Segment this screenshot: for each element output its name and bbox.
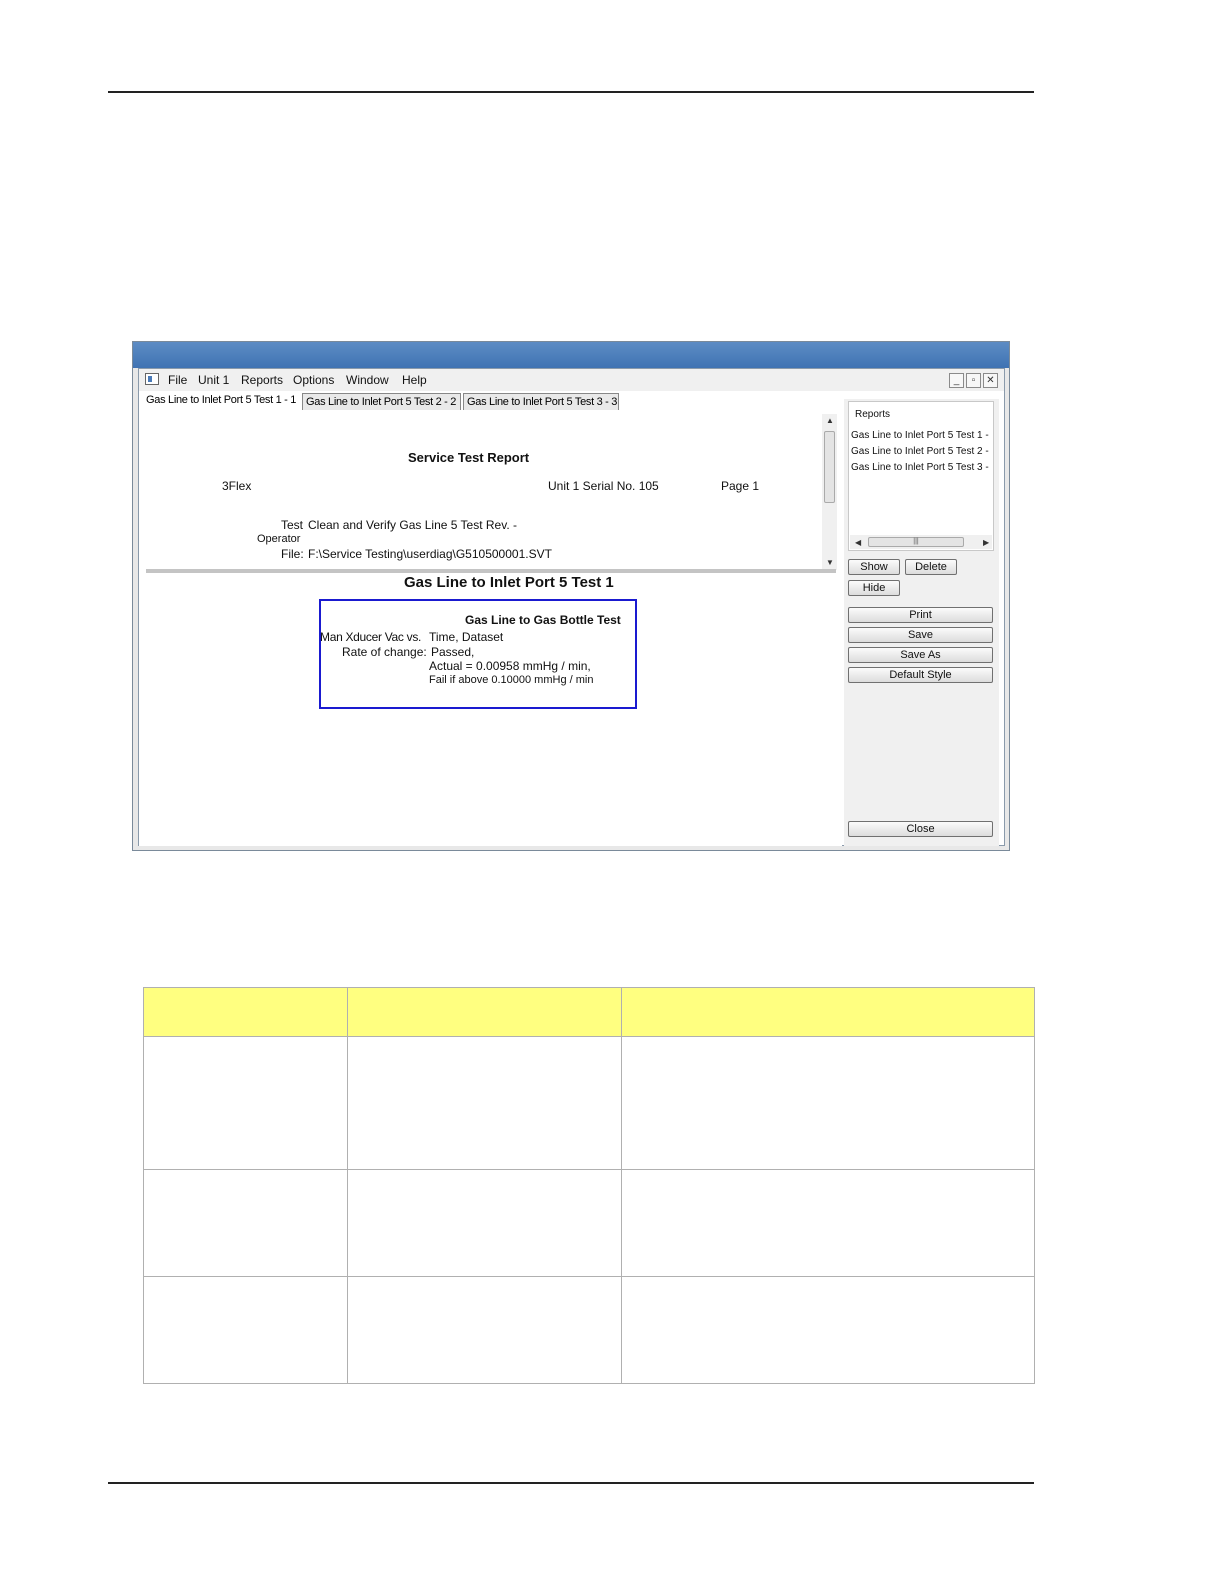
report-view: Service Test Report 3Flex Unit 1 Serial … (139, 412, 842, 846)
reports-list: Reports Gas Line to Inlet Port 5 Test 1 … (848, 401, 994, 551)
menu-bar: File Unit 1 Reports Options Window Help … (139, 369, 1004, 391)
table-row (143, 1276, 1035, 1384)
result-row2-value: Passed, (431, 645, 475, 659)
tab-test-1[interactable]: Gas Line to Inlet Port 5 Test 1 - 1 (142, 391, 300, 410)
instrument-name: 3Flex (222, 479, 252, 493)
table-header-cell (347, 987, 622, 1037)
description-table (143, 987, 1035, 1384)
hide-button[interactable]: Hide (848, 580, 900, 596)
table-cell (347, 1036, 622, 1170)
file-label: File: (281, 547, 304, 561)
save-as-button[interactable]: Save As (848, 647, 993, 663)
menu-file[interactable]: File (168, 373, 187, 387)
table-header-cell (143, 987, 348, 1037)
scroll-right-icon[interactable]: ▶ (983, 538, 989, 547)
table-cell (347, 1169, 622, 1277)
tab-test-3[interactable]: Gas Line to Inlet Port 5 Test 3 - 3 (463, 393, 619, 410)
result-actual: Actual = 0.00958 mmHg / min, (429, 659, 591, 673)
delete-button[interactable]: Delete (905, 559, 957, 575)
scroll-thumb-grip-icon[interactable]: ||| (868, 537, 964, 547)
table-cell (621, 1276, 1035, 1384)
table-cell (143, 1169, 348, 1277)
table-header-cell (621, 987, 1035, 1037)
bottom-rule (108, 1482, 1034, 1484)
report-list-item[interactable]: Gas Line to Inlet Port 5 Test 3 - (851, 462, 989, 473)
result-row2-label: Rate of change: (342, 645, 427, 659)
unit-serial: Unit 1 Serial No. 105 (548, 479, 659, 493)
tab-test-2[interactable]: Gas Line to Inlet Port 5 Test 2 - 2 (302, 393, 461, 410)
table-row (143, 1036, 1035, 1170)
mdi-child-window: File Unit 1 Reports Options Window Help … (138, 368, 1005, 846)
top-rule (108, 91, 1034, 93)
report-title: Service Test Report (408, 450, 530, 465)
table-header-row (143, 987, 1035, 1037)
menu-unit1[interactable]: Unit 1 (198, 373, 229, 387)
scroll-down-icon[interactable]: ▼ (826, 558, 834, 567)
table-cell (143, 1276, 348, 1384)
table-cell (347, 1276, 622, 1384)
table-cell (143, 1036, 348, 1170)
reports-label: Reports (855, 409, 891, 420)
operator-label: Operator (257, 533, 301, 545)
report-list-item[interactable]: Gas Line to Inlet Port 5 Test 2 - (851, 446, 989, 457)
report-tabs: Gas Line to Inlet Port 5 Test 1 - 1 Gas … (139, 391, 849, 410)
page-number: Page 1 (721, 479, 760, 493)
pane-splitter[interactable] (146, 569, 836, 573)
result-row1-label: Man Xducer Vac vs. (320, 630, 422, 644)
result-row1-value: Time, Dataset (429, 630, 504, 644)
document-icon[interactable] (145, 373, 159, 385)
table-cell (621, 1036, 1035, 1170)
section-title: Gas Line to Inlet Port 5 Test 1 (404, 574, 614, 591)
menu-reports[interactable]: Reports (241, 373, 283, 387)
file-path: F:\Service Testing\userdiag\G510500001.S… (308, 547, 552, 561)
application-window: File Unit 1 Reports Options Window Help … (132, 341, 1010, 851)
print-button[interactable]: Print (848, 607, 993, 623)
vertical-scrollbar[interactable]: ▲ ▼ (822, 414, 837, 570)
restore-icon[interactable]: ▫ (966, 373, 981, 388)
test-result-box: Gas Line to Gas Bottle Test Man Xducer V… (319, 599, 637, 709)
close-button[interactable]: Close (848, 821, 993, 837)
menu-options[interactable]: Options (293, 373, 334, 387)
table-row (143, 1169, 1035, 1277)
report-list-item[interactable]: Gas Line to Inlet Port 5 Test 1 - (851, 430, 989, 441)
minimize-icon[interactable]: _ (949, 373, 964, 388)
table-cell (621, 1169, 1035, 1277)
title-bar[interactable] (133, 342, 1009, 368)
result-limit: Fail if above 0.10000 mmHg / min (429, 674, 594, 686)
scroll-up-icon[interactable]: ▲ (826, 416, 834, 425)
reports-sidebar: Reports Gas Line to Inlet Port 5 Test 1 … (844, 399, 999, 846)
scroll-left-icon[interactable]: ◀ (855, 538, 861, 547)
scroll-thumb[interactable] (824, 431, 835, 503)
result-box-title: Gas Line to Gas Bottle Test (465, 613, 621, 627)
menu-help[interactable]: Help (402, 373, 427, 387)
close-icon[interactable]: ✕ (983, 373, 998, 388)
default-style-button[interactable]: Default Style (848, 667, 993, 683)
save-button[interactable]: Save (848, 627, 993, 643)
test-value: Clean and Verify Gas Line 5 Test Rev. - (308, 518, 517, 532)
horizontal-scrollbar[interactable]: ◀ ||| ▶ (850, 535, 992, 549)
menu-window[interactable]: Window (346, 373, 389, 387)
test-label: Test (281, 518, 304, 532)
show-button[interactable]: Show (848, 559, 900, 575)
